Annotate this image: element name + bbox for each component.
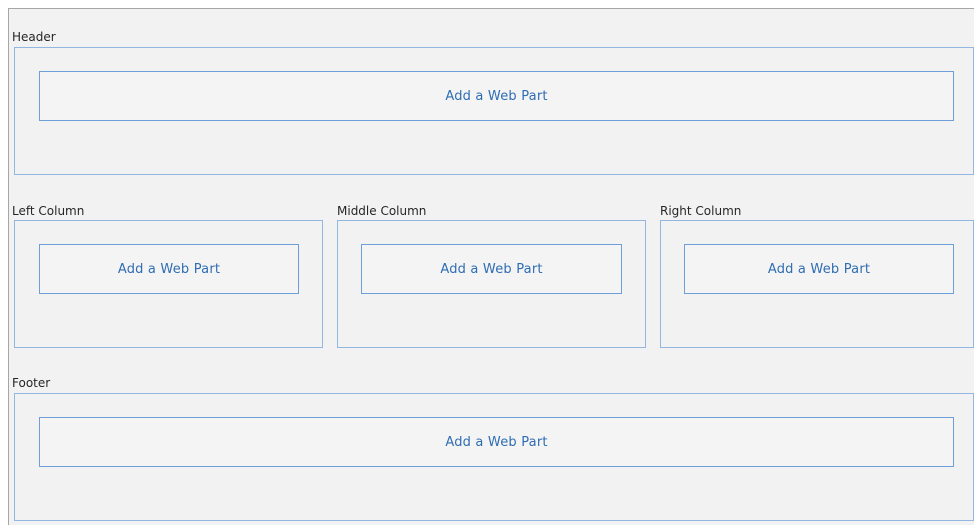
header-zone-label: Header	[12, 30, 56, 44]
right-column-zone-label: Right Column	[660, 204, 742, 218]
middle-column-zone-label: Middle Column	[337, 204, 427, 218]
footer-zone-label: Footer	[12, 376, 51, 390]
left-column-zone-label: Left Column	[12, 204, 85, 218]
left-column-add-web-part-button[interactable]: Add a Web Part	[39, 244, 299, 294]
header-add-web-part-button[interactable]: Add a Web Part	[39, 71, 954, 121]
right-column-add-web-part-button[interactable]: Add a Web Part	[684, 244, 954, 294]
middle-column-add-web-part-button[interactable]: Add a Web Part	[361, 244, 622, 294]
footer-add-web-part-button[interactable]: Add a Web Part	[39, 417, 954, 467]
